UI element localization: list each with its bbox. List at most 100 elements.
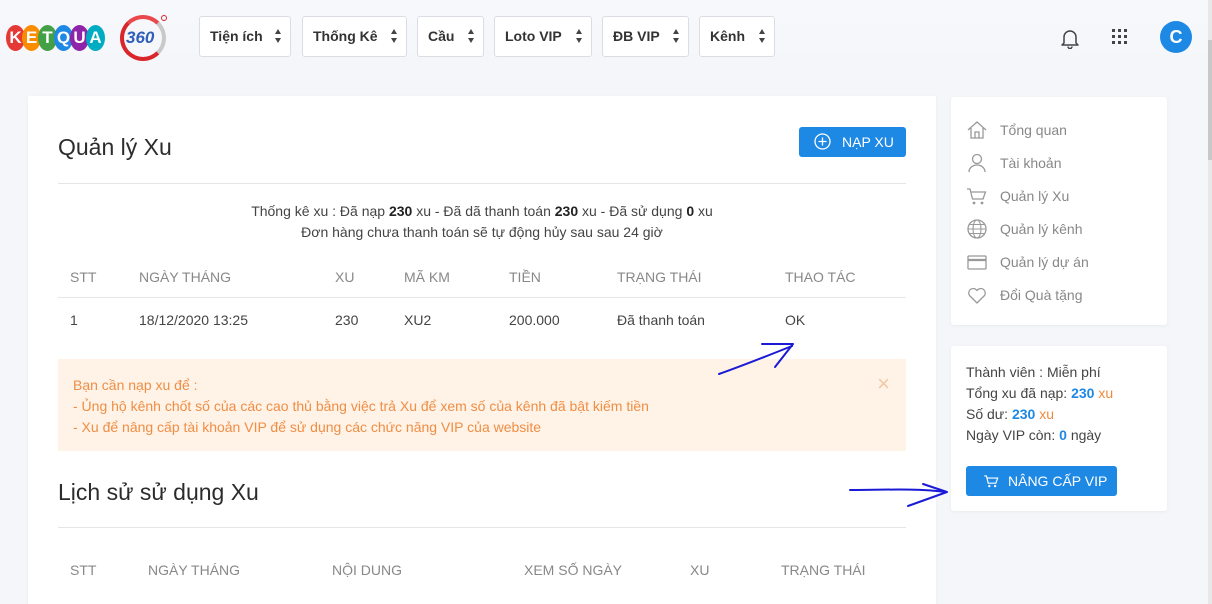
column-header: STT [70, 562, 97, 578]
nav-select-label: ĐB VIP [613, 28, 660, 44]
column-header: XEM SỐ NGÀY [524, 562, 623, 578]
top-bar: K E T Q U A 360 Tiện ích Thống Kê Cầu Lo… [0, 0, 1212, 78]
stats-mid1: xu - Đã dã thanh toán [412, 203, 555, 219]
nav-select-cau[interactable]: Cầu [417, 16, 484, 57]
cell-xu: 230 [335, 312, 359, 328]
stats-used: 0 [686, 203, 695, 219]
stats-paid: 230 [554, 203, 579, 219]
member-level-label: Thành viên : [966, 364, 1047, 380]
total-deposited-unit: xu [1094, 385, 1114, 401]
column-header: THAO TÁC [785, 269, 856, 285]
column-header: TRẠNG THÁI [617, 269, 702, 285]
total-deposited: Tổng xu đã nạp: 230 xu [966, 385, 1113, 401]
sidebar-item-label: Quản lý kênh [1000, 221, 1083, 237]
nav-select-label: Thống Kê [313, 28, 378, 44]
vip-days-value: 0 [1059, 427, 1067, 443]
cell-action[interactable]: OK [785, 312, 805, 328]
stats-suffix: xu [694, 203, 713, 219]
sidebar-item-label: Quản lý dự án [1000, 254, 1089, 270]
vip-days-remaining: Ngày VIP còn: 0 ngày [966, 427, 1101, 443]
column-header: NGÀY THÁNG [139, 269, 232, 285]
upgrade-vip-button[interactable]: NÂNG CẤP VIP [966, 466, 1117, 496]
select-arrows-icon [468, 29, 475, 43]
balance-label: Số dư: [966, 406, 1012, 422]
sidebar-item-label: Tài khoản [1000, 155, 1062, 171]
vip-days-label: Ngày VIP còn: [966, 427, 1060, 443]
column-header: NỘI DUNG [332, 562, 402, 578]
scrollbar-thumb[interactable] [1208, 40, 1212, 160]
divider [58, 527, 906, 528]
nav-select-label: Cầu [428, 28, 455, 44]
balance-value: 230 [1011, 406, 1036, 422]
nav-select-label: Kênh [710, 28, 745, 44]
sidebar-item-label: Tổng quan [1000, 122, 1067, 138]
select-arrows-icon [673, 29, 680, 43]
nav-select-kenh[interactable]: Kênh [699, 16, 775, 57]
cell-date: 18/12/2020 13:25 [139, 312, 248, 328]
column-header: XU [335, 269, 355, 285]
logo[interactable]: K E T Q U A 360 [6, 14, 167, 64]
plus-circle-icon [814, 133, 831, 150]
cart-icon [984, 475, 999, 488]
column-header: STT [70, 269, 97, 285]
history-title: Lịch sử sử dụng Xu [58, 479, 259, 505]
cell-amount: 200.000 [509, 312, 560, 328]
select-arrows-icon [391, 29, 398, 43]
column-header: NGÀY THÁNG [148, 562, 241, 578]
table-header-divider [58, 297, 906, 298]
divider [58, 183, 906, 184]
column-header: XU [690, 562, 710, 578]
nav-select-loto-vip[interactable]: Loto VIP [494, 16, 592, 57]
sidebar-item-label: Quản lý Xu [1000, 188, 1070, 204]
select-arrows-icon [576, 29, 583, 43]
column-header: TRẠNG THÁI [781, 562, 866, 578]
xu-stats: Thống kê xu : Đã nạp 230 xu - Đã dã than… [58, 203, 906, 219]
vip-days-unit: ngày [1066, 427, 1102, 443]
card-icon [967, 255, 987, 270]
alert-line: - Ủng hộ kênh chốt số của các cao thủ bằ… [73, 398, 649, 414]
cell-status: Đã thanh toán [617, 312, 705, 328]
total-deposited-label: Tổng xu đã nạp: [966, 385, 1072, 401]
nav-select-label: Tiện ích [210, 28, 263, 44]
user-icon [968, 153, 986, 173]
select-arrows-icon [759, 29, 766, 43]
scrollbar[interactable] [1208, 0, 1212, 604]
logo-letters: K E T Q U A [6, 25, 105, 51]
avatar[interactable]: C [1160, 21, 1192, 53]
column-header: MÃ KM [404, 269, 450, 285]
cell-promo-code: XU2 [404, 312, 432, 328]
member-level-value: Miễn phí [1046, 364, 1101, 380]
member-level: Thành viên : Miễn phí [966, 364, 1101, 380]
cell-stt: 1 [70, 312, 78, 328]
upgrade-vip-label: NÂNG CẤP VIP [1008, 473, 1108, 489]
close-icon[interactable]: × [877, 373, 890, 395]
nav-select-label: Loto VIP [505, 28, 562, 44]
logo-dot [161, 15, 167, 21]
sidebar-item-label: Đổi Quà tặng [1000, 287, 1083, 303]
nav-select-thong-ke[interactable]: Thống Kê [302, 16, 407, 57]
page-title: Quản lý Xu [58, 134, 172, 160]
balance-unit: xu [1035, 406, 1054, 422]
home-icon [967, 121, 987, 139]
apps-grid-icon[interactable] [1112, 29, 1128, 45]
total-deposited-value: 230 [1071, 385, 1095, 401]
heart-icon [968, 287, 986, 304]
alert-line: - Xu để nâng cấp tài khoản VIP để sử dụn… [73, 419, 542, 435]
globe-icon [967, 219, 987, 239]
nap-xu-label: NẠP XU [842, 134, 894, 150]
bell-icon[interactable] [1060, 27, 1080, 49]
stats-prefix: Thống kê xu : Đã nạp [251, 203, 389, 219]
annotation-arrow-icon [718, 343, 794, 375]
nav-select-db-vip[interactable]: ĐB VIP [602, 16, 689, 57]
auto-cancel-note: Đơn hàng chưa thanh toán sẽ tự động hủy … [301, 224, 663, 240]
annotation-arrow-icon [849, 483, 948, 507]
cart-icon [967, 188, 987, 205]
logo-number: 360 [126, 28, 155, 47]
nav-select-tien-ich[interactable]: Tiện ích [199, 16, 291, 57]
column-header: TIỀN [509, 269, 541, 285]
nap-xu-button[interactable]: NẠP XU [799, 127, 906, 157]
stats-deposited: 230 [388, 203, 413, 219]
sidebar-menu: Tổng quan Tài khoản Quản lý Xu Quản lý k… [951, 97, 1167, 325]
member-info-card: Thành viên : Miễn phí Tổng xu đã nạp: 23… [951, 346, 1167, 511]
balance: Số dư: 230 xu [966, 406, 1054, 422]
